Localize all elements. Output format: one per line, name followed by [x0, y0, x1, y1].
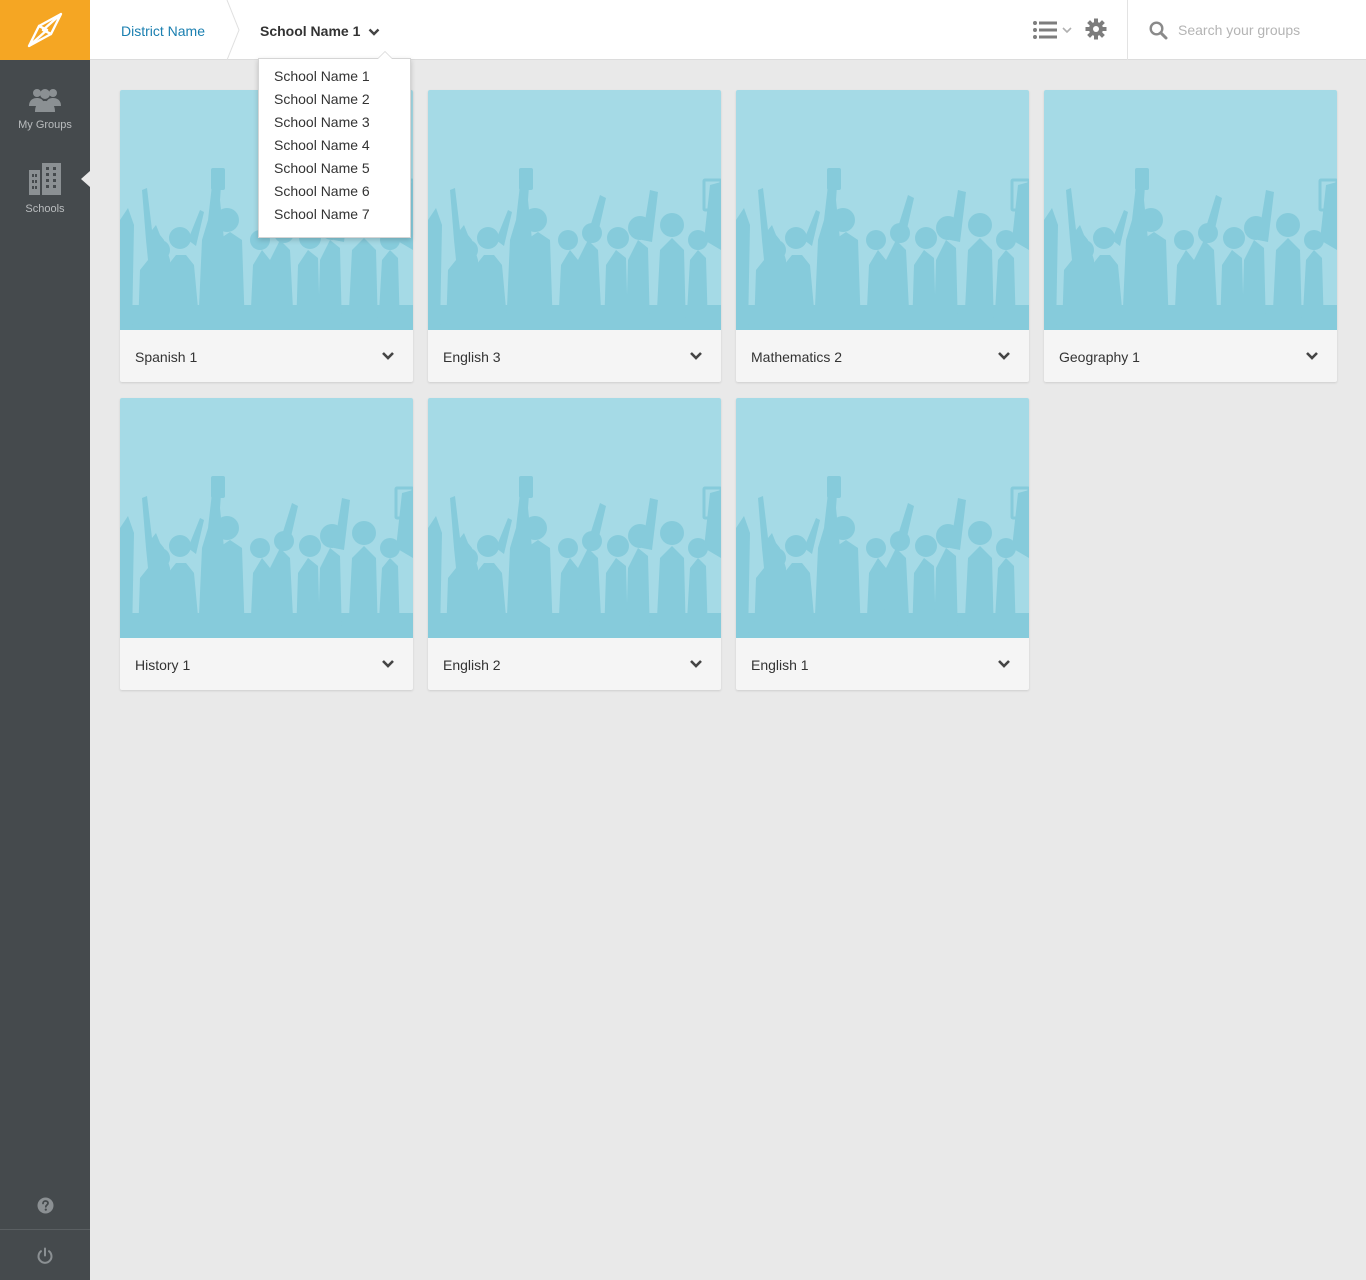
logo-icon — [27, 12, 63, 48]
breadcrumb-school-selector[interactable]: School Name 1 — [260, 23, 380, 39]
help-button[interactable] — [0, 1190, 90, 1220]
sidebar-divider — [0, 1229, 90, 1230]
card-footer: Mathematics 2 — [736, 330, 1029, 382]
power-icon — [37, 1247, 53, 1264]
card-footer: History 1 — [120, 638, 413, 690]
card-image[interactable] — [428, 398, 721, 638]
sidebar: My Groups Schools — [0, 0, 90, 1280]
list-view-icon — [1033, 21, 1057, 39]
school-option[interactable]: School Name 4 — [259, 136, 410, 159]
group-name[interactable]: Geography 1 — [1059, 349, 1140, 365]
chevron-down-icon[interactable] — [381, 659, 395, 669]
group-name[interactable]: Spanish 1 — [135, 349, 197, 365]
card-illustration — [736, 168, 1029, 330]
card-image[interactable] — [736, 90, 1029, 330]
school-option[interactable]: School Name 3 — [259, 113, 410, 136]
breadcrumb-separator — [226, 0, 240, 60]
card-image[interactable] — [1044, 90, 1337, 330]
chevron-down-icon[interactable] — [1305, 351, 1319, 361]
logout-button[interactable] — [0, 1240, 90, 1272]
chevron-down-icon[interactable] — [689, 351, 703, 361]
nav-item-schools[interactable]: Schools — [0, 162, 90, 215]
search-input[interactable] — [1178, 19, 1358, 41]
group-card[interactable]: History 1 — [120, 398, 413, 690]
school-option[interactable]: School Name 6 — [259, 182, 410, 205]
chevron-down-icon[interactable] — [997, 351, 1011, 361]
group-card[interactable]: English 1 — [736, 398, 1029, 690]
chevron-down-icon — [1062, 27, 1072, 34]
card-footer: English 3 — [428, 330, 721, 382]
settings-button[interactable] — [1085, 18, 1107, 45]
help-icon — [37, 1197, 53, 1213]
group-card[interactable]: Mathematics 2 — [736, 90, 1029, 382]
card-image[interactable] — [736, 398, 1029, 638]
app-logo[interactable] — [0, 0, 90, 60]
school-option[interactable]: School Name 1 — [259, 67, 410, 90]
school-dropdown-menu: School Name 1 School Name 2 School Name 3S… — [258, 51, 411, 238]
group-name[interactable]: Mathematics 2 — [751, 349, 842, 365]
chevron-down-icon[interactable] — [381, 351, 395, 361]
card-footer: Spanish 1 — [120, 330, 413, 382]
card-illustration — [120, 476, 413, 638]
group-card[interactable]: English 2 — [428, 398, 721, 690]
dropdown-caret-fill — [378, 52, 392, 59]
search-icon — [1149, 21, 1168, 40]
chevron-down-icon[interactable] — [997, 659, 1011, 669]
group-name[interactable]: English 3 — [443, 349, 501, 365]
top-bar: District Name School Name 1 — [90, 0, 1366, 60]
card-footer: English 2 — [428, 638, 721, 690]
school-option[interactable]: School Name 7 — [259, 205, 410, 228]
card-illustration — [428, 476, 721, 638]
card-illustration — [736, 476, 1029, 638]
card-footer: Geography 1 — [1044, 330, 1337, 382]
building-icon — [29, 163, 61, 195]
card-image[interactable] — [428, 90, 721, 330]
card-image[interactable] — [120, 398, 413, 638]
chevron-down-icon — [369, 28, 380, 36]
school-option[interactable]: School Name 2 — [259, 90, 410, 113]
users-icon — [29, 89, 61, 112]
nav-label-schools: Schools — [25, 203, 65, 215]
gear-icon — [1085, 18, 1107, 40]
active-nav-pointer — [81, 171, 90, 187]
chevron-down-icon[interactable] — [689, 659, 703, 669]
card-footer: English 1 — [736, 638, 1029, 690]
breadcrumb-school: School Name 1 — [260, 23, 361, 39]
group-card[interactable]: Geography 1 — [1044, 90, 1337, 382]
card-illustration — [428, 168, 721, 330]
group-name[interactable]: English 1 — [751, 657, 809, 673]
group-name[interactable]: English 2 — [443, 657, 501, 673]
school-option[interactable]: School Name 5 — [259, 159, 410, 182]
nav-item-my-groups[interactable]: My Groups — [0, 86, 90, 131]
group-name[interactable]: History 1 — [135, 657, 190, 673]
card-illustration — [1044, 168, 1337, 330]
view-toggle-button[interactable] — [1032, 19, 1072, 41]
search-box — [1127, 0, 1366, 60]
nav-label-my-groups: My Groups — [18, 119, 72, 131]
group-card[interactable]: English 3 — [428, 90, 721, 382]
breadcrumb-district[interactable]: District Name — [121, 23, 205, 39]
